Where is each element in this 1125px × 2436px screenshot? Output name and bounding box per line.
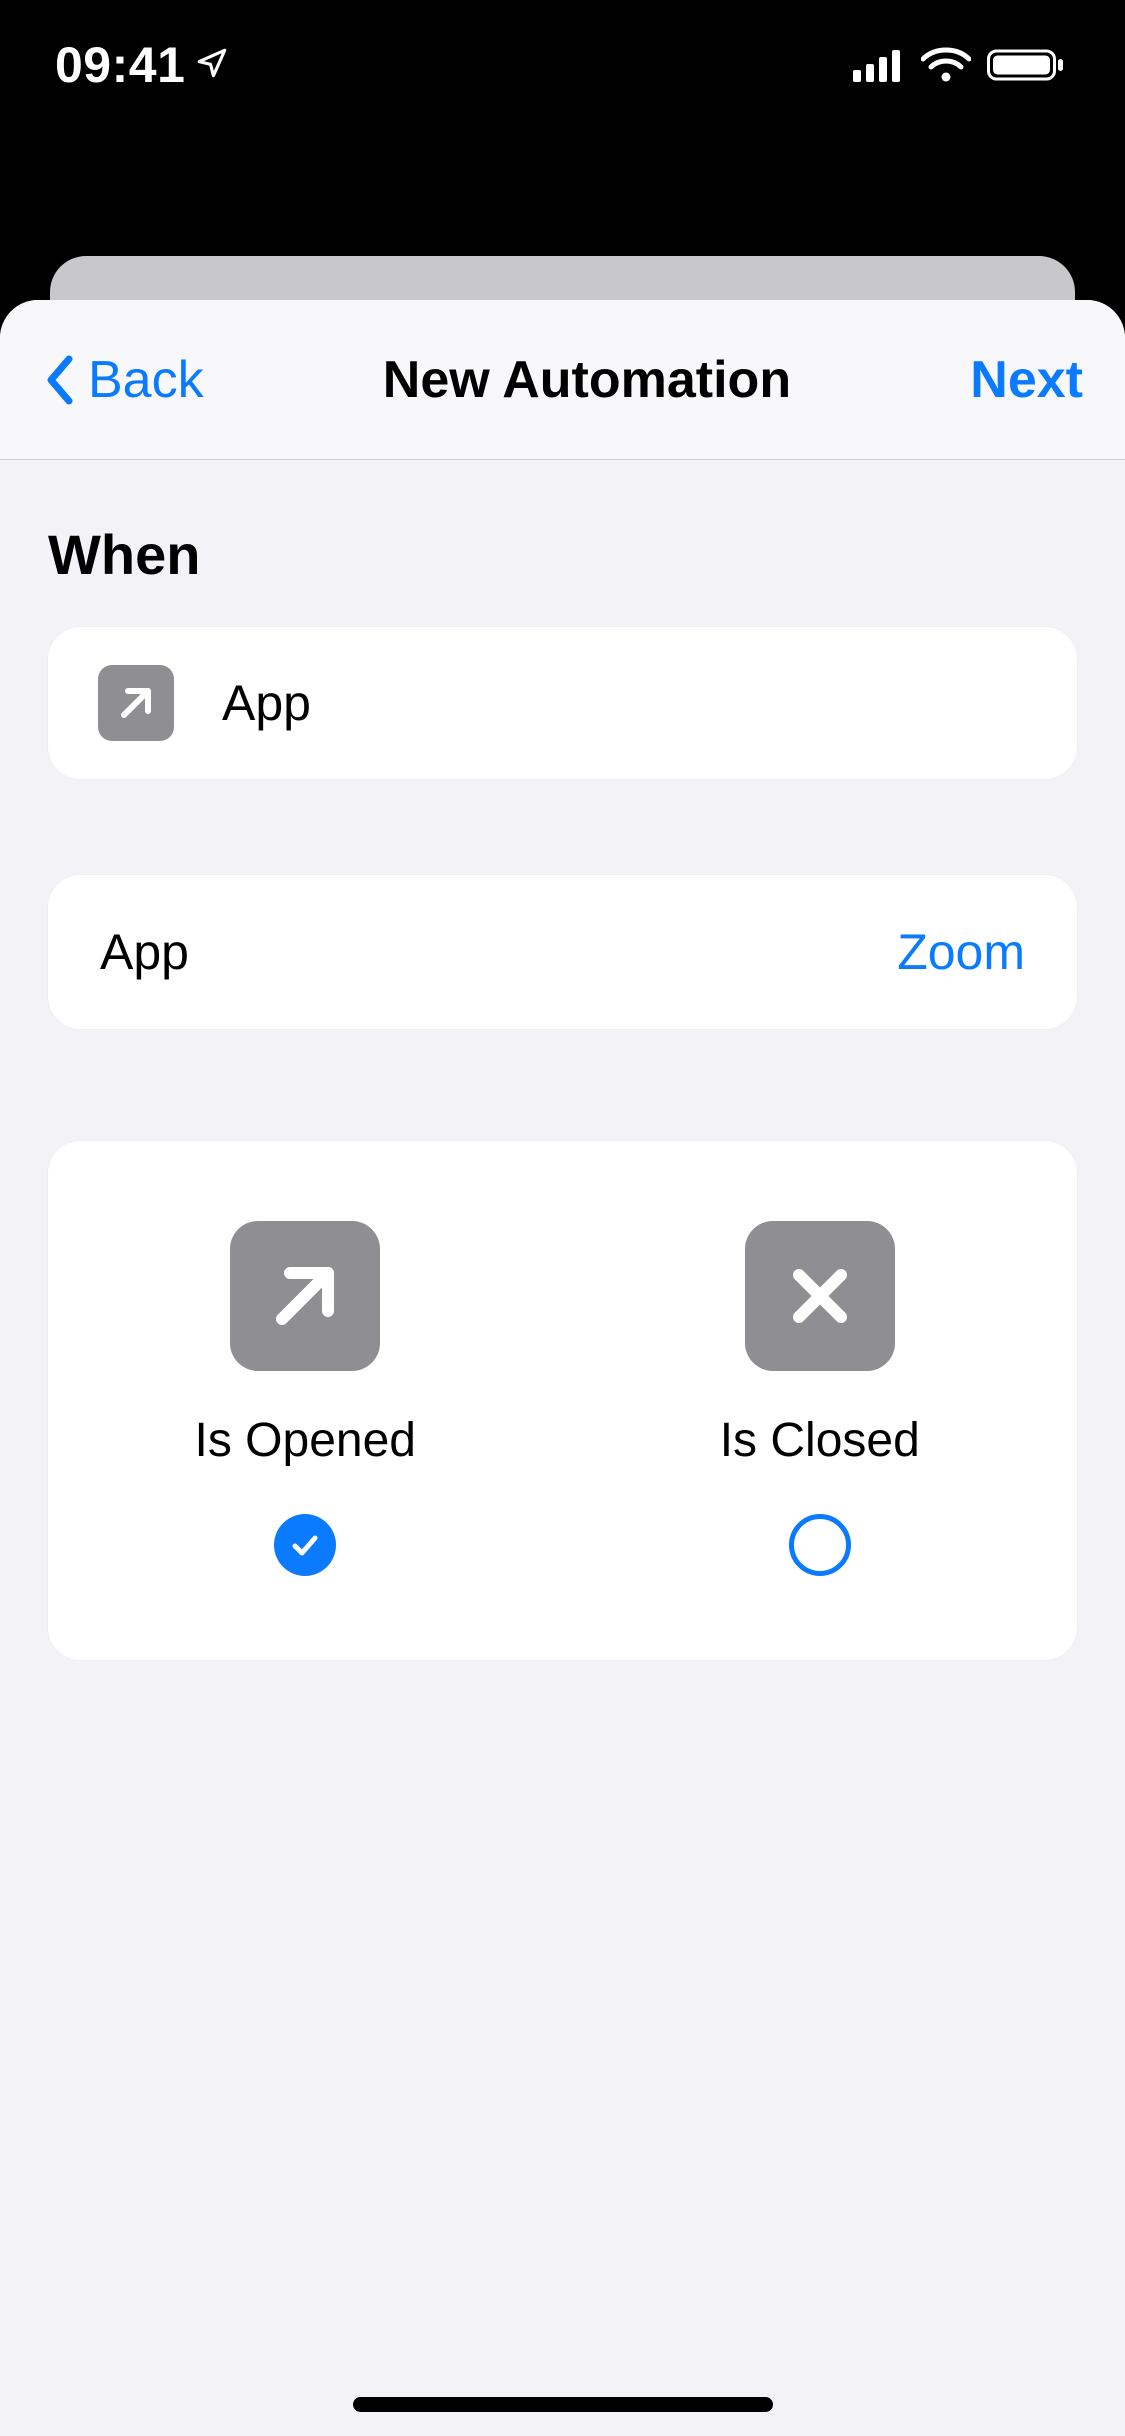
cellular-signal-icon: [853, 48, 905, 82]
app-selector-row[interactable]: App Zoom: [48, 875, 1077, 1029]
app-selector-card: App Zoom: [48, 875, 1077, 1029]
section-heading-when: When: [48, 522, 1077, 587]
trigger-type-label: App: [222, 674, 311, 732]
status-time: 09:41: [55, 36, 185, 94]
status-left: 09:41: [55, 36, 229, 94]
arrow-out-icon: [230, 1221, 380, 1371]
trigger-type-row[interactable]: App: [48, 627, 1077, 779]
next-button[interactable]: Next: [970, 350, 1083, 410]
trigger-type-card: App: [48, 627, 1077, 779]
battery-icon: [987, 47, 1065, 83]
modal-sheet: Back New Automation Next When App App: [0, 300, 1125, 2436]
radio-checked-icon: [274, 1514, 336, 1576]
wifi-icon: [921, 47, 971, 83]
location-arrow-icon: [195, 46, 229, 85]
app-open-icon: [98, 665, 174, 741]
options-group: Is Opened Is Closed: [48, 1141, 1077, 1660]
status-bar: 09:41: [0, 0, 1125, 130]
option-is-closed[interactable]: Is Closed: [563, 1221, 1078, 1576]
home-indicator[interactable]: [353, 2397, 773, 2412]
option-is-opened-label: Is Opened: [195, 1413, 416, 1468]
nav-header: Back New Automation Next: [0, 300, 1125, 460]
back-label: Back: [88, 350, 204, 410]
content: When App App Zoom: [0, 460, 1125, 1660]
x-icon: [745, 1221, 895, 1371]
radio-unchecked-icon: [789, 1514, 851, 1576]
option-is-closed-label: Is Closed: [720, 1413, 920, 1468]
back-button[interactable]: Back: [42, 350, 204, 410]
open-close-options-card: Is Opened Is Closed: [48, 1141, 1077, 1660]
option-is-opened[interactable]: Is Opened: [48, 1221, 563, 1576]
chevron-left-icon: [42, 353, 78, 407]
app-selector-key: App: [100, 923, 189, 981]
status-right: [853, 47, 1065, 83]
app-selector-value: Zoom: [897, 923, 1025, 981]
page-title: New Automation: [383, 350, 791, 410]
